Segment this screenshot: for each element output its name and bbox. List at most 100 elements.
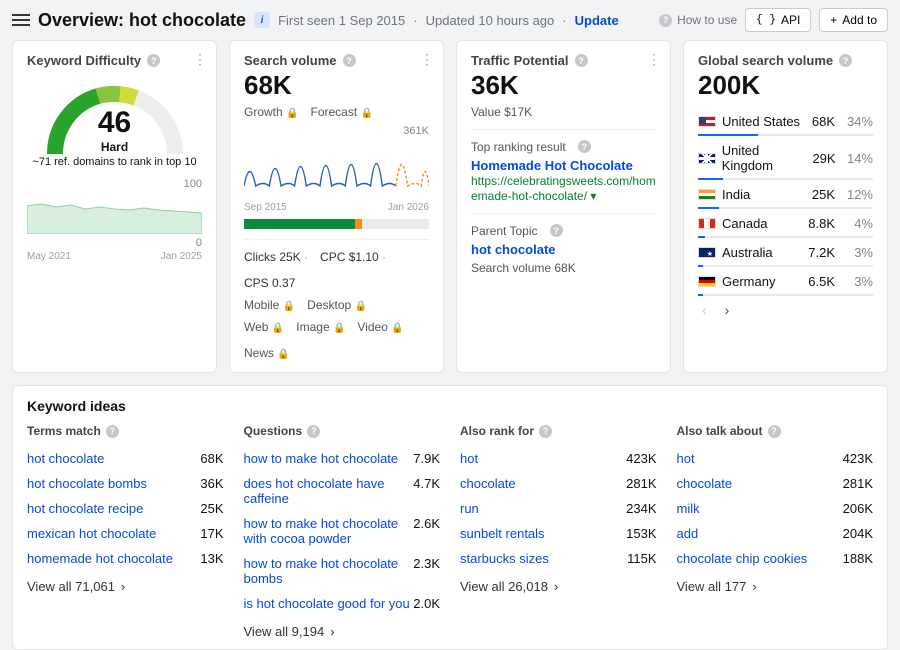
keyword-link[interactable]: is hot chocolate good for you [244,596,410,611]
flag-icon [698,153,716,164]
keyword-link[interactable]: how to make hot chocolate with cocoa pow… [244,516,414,546]
idea-row: homemade hot chocolate13K [27,546,224,571]
tp-value: 36K [471,70,656,101]
add-to-button[interactable]: +Add to [819,8,888,32]
chevron-right-icon[interactable]: › [725,302,730,318]
keyword-link[interactable]: run [460,501,479,516]
updated-text: Updated 10 hours ago [426,13,555,28]
question-icon: ? [539,425,552,438]
menu-icon[interactable] [12,14,30,26]
country-row[interactable]: India25K12% [698,182,873,207]
idea-row: chocolate281K [460,471,657,496]
first-seen-text: First seen 1 Sep 2015 [278,13,405,28]
lock-icon: 🔒 [355,301,367,312]
keyword-link[interactable]: mexican hot chocolate [27,526,156,541]
question-icon: ? [307,425,320,438]
idea-row: is hot chocolate good for you2.0K [244,591,441,616]
idea-row: starbucks sizes115K [460,546,657,571]
country-row[interactable]: Germany6.5K3% [698,269,873,294]
idea-row: chocolate chip cookies188K [677,546,874,571]
question-icon: ? [659,14,672,27]
keyword-link[interactable]: how to make hot chocolate [244,451,399,466]
kebab-icon[interactable]: ⋮ [420,51,433,68]
lock-icon: 🔒 [283,301,295,312]
question-icon: ? [550,224,563,237]
chevron-right-icon: › [752,579,756,594]
country-row[interactable]: Australia7.2K3% [698,240,873,265]
update-link[interactable]: Update [575,13,619,28]
keyword-link[interactable]: milk [677,501,700,516]
card-search-volume: ⋮ Search volume? 68K Growth 🔒 Forecast 🔒… [229,40,444,373]
card-keyword-ideas: Keyword ideas Terms match?hot chocolate6… [12,385,888,650]
idea-col-header: Questions? [244,424,441,438]
lock-icon: 🔒 [333,323,345,334]
idea-row: hot423K [460,446,657,471]
kebab-icon[interactable]: ⋮ [193,51,206,68]
how-to-use-link[interactable]: ?How to use [659,13,737,27]
keyword-link[interactable]: hot chocolate recipe [27,501,143,516]
keyword-link[interactable]: sunbelt rentals [460,526,545,541]
country-row[interactable]: United States68K34% [698,109,873,134]
idea-row: add204K [677,521,874,546]
plus-icon: + [830,13,837,27]
keyword-link[interactable]: does hot chocolate have caffeine [244,476,414,506]
chevron-right-icon: › [554,579,558,594]
idea-row: hot chocolate bombs36K [27,471,224,496]
idea-row: how to make hot chocolate7.9K [244,446,441,471]
keyword-link[interactable]: hot [460,451,478,466]
lock-icon: 🔒 [272,323,284,334]
keyword-link[interactable]: hot chocolate bombs [27,476,147,491]
sv-value: 68K [244,70,429,101]
idea-row: how to make hot chocolate with cocoa pow… [244,511,441,551]
question-icon: ? [578,140,591,153]
sv-chart [244,137,429,197]
question-icon: ? [839,54,852,67]
view-all-link[interactable]: View all 26,018› [460,571,657,600]
country-row[interactable]: Canada8.8K4% [698,211,873,236]
idea-col-header: Terms match? [27,424,224,438]
kd-sparkline [27,190,202,234]
chevron-left-icon: ‹ [702,302,707,318]
keyword-link[interactable]: homemade hot chocolate [27,551,173,566]
idea-row: chocolate281K [677,471,874,496]
keyword-link[interactable]: add [677,526,699,541]
flag-icon [698,189,716,200]
flag-icon [698,247,716,258]
idea-row: hot423K [677,446,874,471]
api-button[interactable]: { }API [745,8,811,32]
keyword-link[interactable]: starbucks sizes [460,551,549,566]
keyword-link[interactable]: chocolate [460,476,516,491]
keyword-link[interactable]: how to make hot chocolate bombs [244,556,414,586]
lock-icon: 🔒 [361,108,373,119]
view-all-link[interactable]: View all 9,194› [244,616,441,645]
card-global-volume: Global search volume? 200K United States… [683,40,888,373]
question-icon: ? [343,54,356,67]
keyword-link[interactable]: hot [677,451,695,466]
kebab-icon[interactable]: ⋮ [647,51,660,68]
idea-row: does hot chocolate have caffeine4.7K [244,471,441,511]
idea-row: sunbelt rentals153K [460,521,657,546]
flag-icon [698,116,716,127]
keyword-link[interactable]: hot chocolate [27,451,104,466]
country-row[interactable]: United Kingdom29K14% [698,138,873,178]
question-icon: ? [147,54,160,67]
keyword-link[interactable]: chocolate chip cookies [677,551,808,566]
idea-row: how to make hot chocolate bombs2.3K [244,551,441,591]
view-all-link[interactable]: View all 71,061› [27,571,224,600]
sv-progress [244,219,429,229]
info-badge[interactable]: i [254,12,270,28]
view-all-link[interactable]: View all 177› [677,571,874,600]
lock-icon: 🔒 [286,108,298,119]
ideas-title: Keyword ideas [27,398,873,414]
idea-row: mexican hot chocolate17K [27,521,224,546]
top-ranking-title[interactable]: Homemade Hot Chocolate [471,158,633,173]
idea-row: run234K [460,496,657,521]
parent-topic-link[interactable]: hot chocolate [471,242,556,257]
lock-icon: 🔒 [391,323,403,334]
top-ranking-url[interactable]: https://celebratingsweets.com/homemade-h… [471,174,656,203]
idea-col-header: Also talk about? [677,424,874,438]
flag-icon [698,276,716,287]
keyword-link[interactable]: chocolate [677,476,733,491]
chevron-right-icon: › [121,579,125,594]
page-title: Overview: hot chocolate [38,10,246,31]
